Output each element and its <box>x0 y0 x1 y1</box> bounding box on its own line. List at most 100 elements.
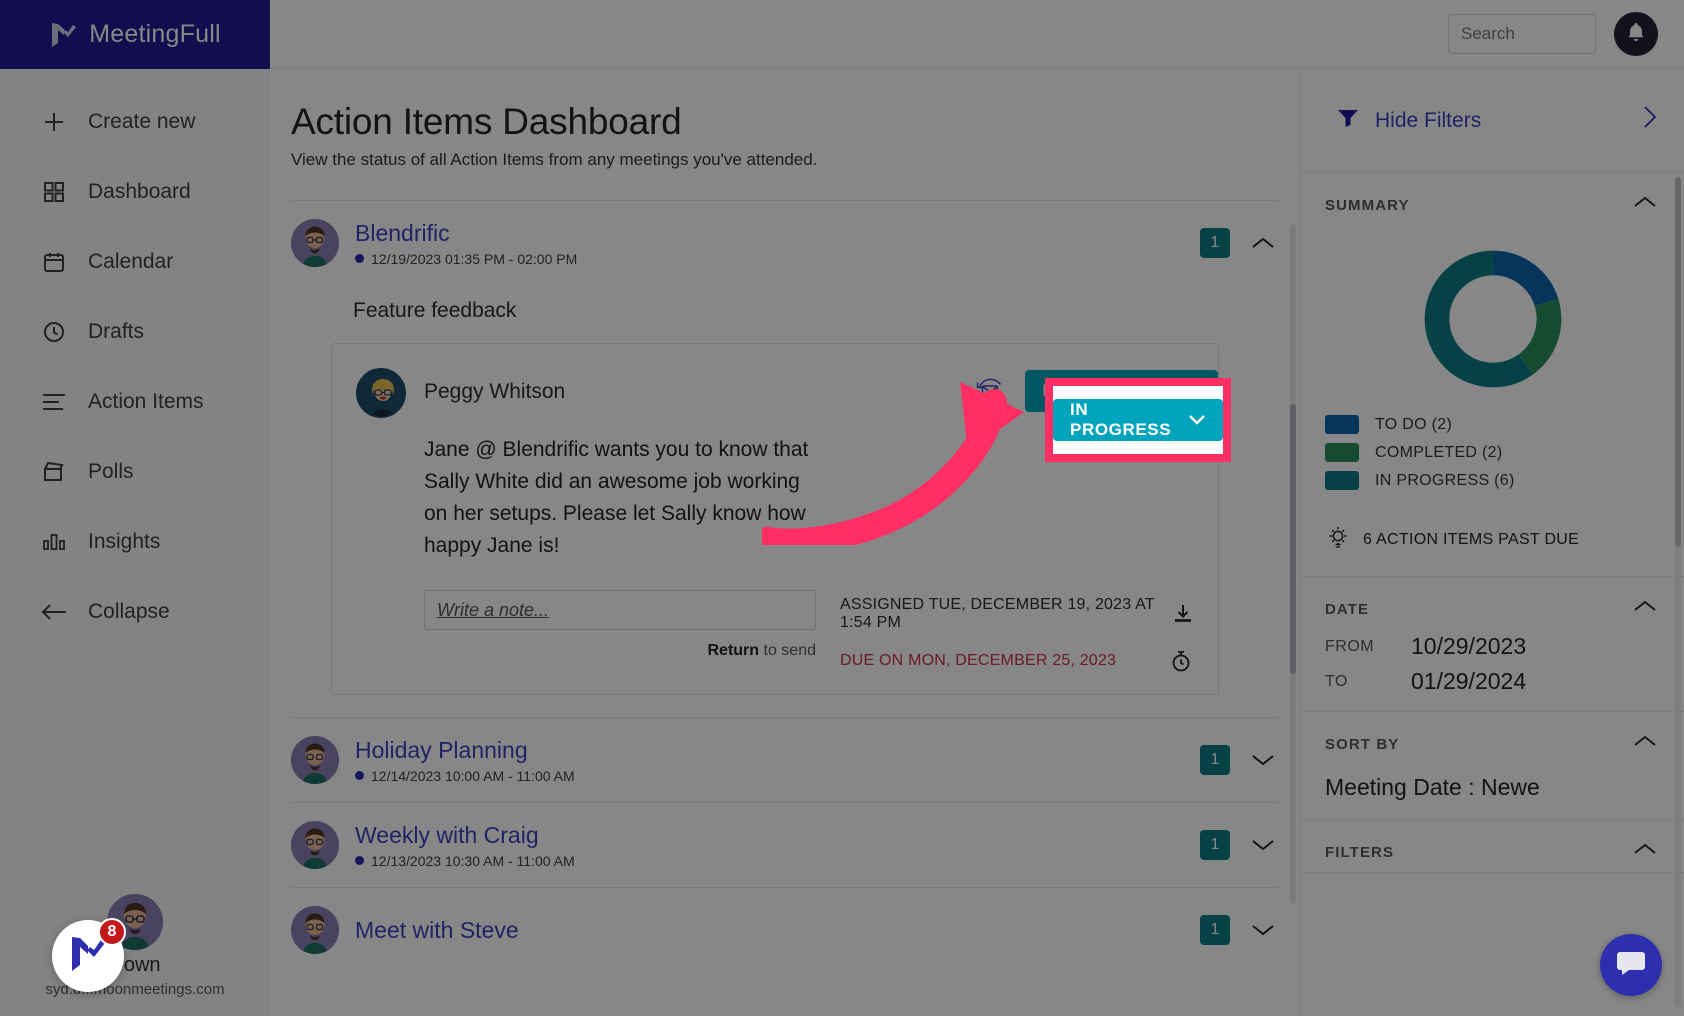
sidebar-item-label: Create new <box>88 110 196 133</box>
avatar <box>291 219 339 267</box>
meeting-title[interactable]: Meet with Steve <box>355 917 1184 944</box>
meeting-count-badge: 1 <box>1200 830 1230 860</box>
sidebar-item-create-new[interactable]: Create new <box>0 87 270 157</box>
sidebar-user-block[interactable]: Down syd.d...moonmeetings.com <box>0 894 270 998</box>
sidebar-item-label: Dashboard <box>88 180 191 203</box>
sidebar-item-label: Insights <box>88 530 161 553</box>
main-scrollbar-thumb[interactable] <box>1290 404 1296 674</box>
status-highlight-box: IN PROGRESS <box>1045 378 1231 462</box>
summary-donut-chart <box>1301 225 1684 415</box>
plus-icon <box>40 108 68 136</box>
assigned-text: ASSIGNED TUE, DECEMBER 19, 2023 AT 1:54 … <box>840 596 1155 631</box>
action-item-footer: Return to send ASSIGNED TUE, DECEMBER 19… <box>424 590 1194 672</box>
meeting-title[interactable]: Weekly with Craig <box>355 822 1184 849</box>
chevron-right-icon[interactable] <box>1642 104 1658 137</box>
topbar <box>270 0 1684 69</box>
action-item-section: Feature feedback Peggy Whitson Jane @ Bl… <box>270 299 1300 695</box>
date-from-label: FROM <box>1325 637 1375 655</box>
sidebar-item-insights[interactable]: Insights <box>0 507 270 577</box>
chevron-up-icon[interactable] <box>1632 599 1658 619</box>
note-hint-key: Return <box>707 642 760 659</box>
chevron-down-icon[interactable] <box>1246 837 1280 853</box>
sidebar-item-polls[interactable]: Polls <box>0 437 270 507</box>
download-icon[interactable] <box>1171 603 1194 625</box>
poll-icon <box>40 458 68 486</box>
sort-by-title: SORT BY <box>1325 735 1400 753</box>
legend-swatch <box>1325 471 1359 490</box>
chevron-down-icon[interactable] <box>1246 752 1280 768</box>
notifications-button[interactable] <box>1614 12 1658 56</box>
chevron-up-icon[interactable] <box>1632 195 1658 215</box>
action-item-section-heading: Feature feedback <box>353 299 517 322</box>
sidebar-item-drafts[interactable]: Drafts <box>0 297 270 367</box>
meeting-row[interactable]: Meet with Steve 1 <box>270 888 1300 972</box>
chevron-down-icon <box>1188 410 1206 430</box>
sidebar-item-collapse[interactable]: Collapse <box>0 577 270 647</box>
legend-label: COMPLETED (2) <box>1375 443 1503 461</box>
date-to-row[interactable]: TO 01/29/2024 <box>1301 664 1684 711</box>
chevron-up-icon[interactable] <box>1246 235 1280 251</box>
sort-by-header[interactable]: SORT BY <box>1301 712 1684 764</box>
status-dot-icon <box>355 771 364 780</box>
hide-filters-row[interactable]: Hide Filters <box>1301 69 1684 173</box>
sidebar-item-action-items[interactable]: Action Items <box>0 367 270 437</box>
chevron-down-icon[interactable] <box>1246 922 1280 938</box>
summary-header[interactable]: SUMMARY <box>1301 173 1684 225</box>
past-due-row[interactable]: 6 ACTION ITEMS PAST DUE <box>1301 509 1684 577</box>
date-header[interactable]: DATE <box>1301 577 1684 629</box>
legend-label: IN PROGRESS (6) <box>1375 471 1515 489</box>
sort-by-value[interactable]: Meeting Date : Newe <box>1301 764 1684 819</box>
main-scrollbar-track[interactable] <box>1290 224 1296 904</box>
chevron-up-icon[interactable] <box>1632 842 1658 862</box>
bar-chart-icon <box>40 528 68 556</box>
clock-icon <box>40 318 68 346</box>
meeting-row[interactable]: Holiday Planning 12/14/2023 10:00 AM - 1… <box>270 718 1300 802</box>
meeting-text: Blendrific 12/19/2023 01:35 PM - 02:00 P… <box>355 220 1184 267</box>
main-content: Action Items Dashboard View the status o… <box>270 69 1300 1016</box>
grid-icon <box>40 178 68 206</box>
timer-icon[interactable] <box>1168 650 1194 672</box>
meeting-text: Meet with Steve <box>355 917 1184 944</box>
meeting-title[interactable]: Blendrific <box>355 220 1184 247</box>
panel-scrollbar-thumb[interactable] <box>1675 177 1681 547</box>
meeting-count-badge: 1 <box>1200 228 1230 258</box>
sidebar-item-label: Drafts <box>88 320 145 343</box>
meeting-text: Weekly with Craig 12/13/2023 10:30 AM - … <box>355 822 1184 869</box>
sidebar-item-calendar[interactable]: Calendar <box>0 227 270 297</box>
resend-email-icon[interactable] <box>973 374 1007 408</box>
date-title: DATE <box>1325 600 1370 618</box>
note-input[interactable] <box>424 590 816 630</box>
sidebar-item-dashboard[interactable]: Dashboard <box>0 157 270 227</box>
due-text: DUE ON MON, DECEMBER 25, 2023 <box>840 652 1117 669</box>
filters-header[interactable]: FILTERS <box>1301 820 1684 872</box>
filters-block: FILTERS <box>1301 820 1684 873</box>
legend-swatch <box>1325 443 1359 462</box>
search-box[interactable] <box>1448 14 1682 54</box>
legend-item-completed: COMPLETED (2) <box>1325 443 1684 462</box>
meetingfull-logo-icon <box>49 21 79 49</box>
legend-item-todo: TO DO (2) <box>1325 415 1684 434</box>
summary-block: SUMMARY TO DO (2) COMPLETED (2) IN PROGR… <box>1301 173 1684 577</box>
avatar <box>291 736 339 784</box>
calendar-icon <box>40 248 68 276</box>
note-wrapper: Return to send <box>424 590 816 660</box>
legend-label: TO DO (2) <box>1375 415 1453 433</box>
status-dropdown[interactable]: IN PROGRESS <box>1053 399 1223 441</box>
chevron-up-icon[interactable] <box>1632 734 1658 754</box>
hide-filters-label: Hide Filters <box>1375 108 1482 132</box>
status-dot-icon <box>355 254 364 263</box>
panel-scrollbar-track[interactable] <box>1675 177 1681 1007</box>
action-item-meta: ASSIGNED TUE, DECEMBER 19, 2023 AT 1:54 … <box>840 590 1194 672</box>
date-from-row[interactable]: FROM 10/29/2023 <box>1301 629 1684 664</box>
funnel-icon <box>1337 108 1359 133</box>
brand-header: MeetingFull <box>0 0 270 69</box>
meeting-row[interactable]: Weekly with Craig 12/13/2023 10:30 AM - … <box>270 803 1300 887</box>
sidebar-nav: Create new Dashboard Calendar Drafts Act… <box>0 69 270 647</box>
avatar <box>291 906 339 954</box>
intercom-launcher[interactable] <box>1600 934 1662 996</box>
meeting-title[interactable]: Holiday Planning <box>355 737 1184 764</box>
meeting-row[interactable]: Blendrific 12/19/2023 01:35 PM - 02:00 P… <box>270 201 1300 285</box>
note-hint: Return to send <box>424 642 817 660</box>
meetingfull-chat-widget[interactable]: 8 <box>52 918 126 992</box>
page-subtitle: View the status of all Action Items from… <box>291 150 818 169</box>
